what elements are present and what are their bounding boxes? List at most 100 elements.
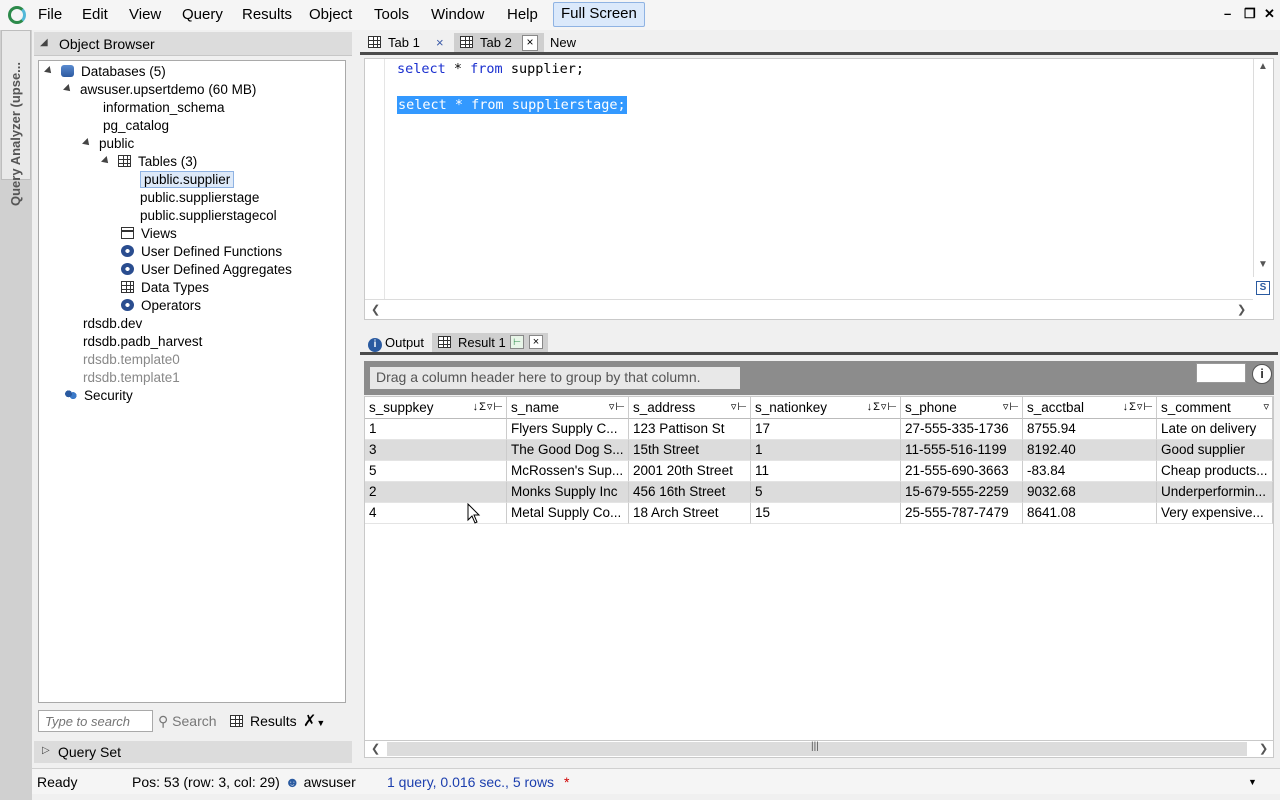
scroll-up-icon[interactable]: ▲ [1258, 61, 1268, 72]
collapsed-icon[interactable] [123, 173, 130, 185]
object-browser-header[interactable]: ◢ Object Browser [34, 32, 352, 56]
tree-node-rdsdb-dev[interactable]: rdsdb.dev [66, 315, 142, 333]
tree-node-rdsdb-template0[interactable]: rdsdb.template0 [83, 351, 180, 369]
expanded-icon[interactable] [63, 84, 73, 94]
table-row[interactable]: 5 McRossen's Sup... 2001 20th Street 11 … [365, 461, 1273, 482]
column-header-s-address[interactable]: s_address ▿⊢ [629, 397, 751, 419]
sql-editor[interactable]: select * from supplier; select * from su… [364, 58, 1274, 320]
column-header-s-nationkey[interactable]: s_nationkey ↓Σ▿⊢ [751, 397, 901, 419]
sort-sum-filter-icons[interactable]: ↓Σ▿⊢ [867, 400, 898, 413]
collapsed-icon[interactable] [66, 317, 73, 329]
expand-arrow-icon[interactable]: ▷ [42, 745, 50, 756]
collapsed-icon[interactable] [104, 245, 111, 257]
collapsed-icon[interactable] [104, 281, 111, 293]
grid-info-icon[interactable]: i [1252, 364, 1272, 384]
tree-node-table-supplierstagecol[interactable]: public.supplierstagecol [123, 207, 277, 225]
menu-file[interactable]: File [38, 6, 62, 23]
tree-node-uda[interactable]: User Defined Aggregates [104, 261, 292, 279]
tree-node-table-supplier[interactable]: public.supplier [123, 171, 235, 189]
scroll-down-icon[interactable]: ▼ [1258, 259, 1268, 270]
close-window-icon[interactable]: ✕ [1264, 6, 1275, 22]
table-row[interactable]: 3 The Good Dog S... 15th Street 1 11-555… [365, 440, 1273, 461]
scroll-left-icon[interactable]: ❮ [371, 303, 380, 316]
close-tab-icon[interactable]: × [436, 35, 444, 50]
fullscreen-button[interactable]: Full Screen [553, 2, 645, 27]
tab-output[interactable]: i Output [362, 333, 432, 354]
column-header-s-acctbal[interactable]: s_acctbal ↓Σ▿⊢ [1023, 397, 1157, 419]
table-row[interactable]: 4 Metal Supply Co... 18 Arch Street 15 2… [365, 503, 1273, 524]
menu-object[interactable]: Object [309, 6, 352, 23]
column-header-s-phone[interactable]: s_phone ▿⊢ [901, 397, 1023, 419]
tree-node-udf[interactable]: User Defined Functions [104, 243, 282, 261]
menu-query[interactable]: Query [182, 6, 223, 23]
sql-format-icon[interactable]: S [1256, 281, 1270, 295]
tree-node-rdsdb-padb-harvest[interactable]: rdsdb.padb_harvest [66, 333, 202, 351]
query-analyzer-side-tab[interactable]: Query Analyzer (upse... [1, 30, 31, 206]
menu-help[interactable]: Help [507, 6, 538, 23]
tab-result-1[interactable]: Result 1 ⊢ × [432, 333, 548, 354]
expanded-icon[interactable] [101, 156, 111, 166]
code-line-3-selected[interactable]: select * from supplierstage; [397, 96, 627, 114]
tree-node-operators[interactable]: Operators [104, 297, 201, 315]
tree-node-information-schema[interactable]: information_schema [86, 99, 225, 117]
tab-new[interactable]: New [544, 33, 594, 54]
pin-icon[interactable]: ⊢ [510, 335, 524, 349]
column-header-s-suppkey[interactable]: s_suppkey ↓Σ▿⊢ [365, 397, 507, 419]
collapsed-icon[interactable] [86, 101, 93, 113]
query-set-panel-header[interactable]: ▷ Query Set [34, 741, 352, 763]
tree-node-databases[interactable]: Databases (5) [44, 63, 166, 81]
tree-node-data-types[interactable]: Data Types [104, 279, 209, 297]
editor-horizontal-scrollbar[interactable]: ❮ ❯ [365, 299, 1253, 319]
collapsed-icon[interactable] [123, 191, 130, 203]
grid-search-box[interactable] [1196, 363, 1246, 383]
filter-pin-icons[interactable]: ▿⊢ [609, 400, 626, 413]
tree-node-rdsdb-template1[interactable]: rdsdb.template1 [83, 369, 180, 387]
search-button[interactable]: ⚲ Search [158, 713, 217, 730]
code-line-1[interactable]: select * from supplier; [397, 61, 584, 77]
column-header-s-name[interactable]: s_name ▿⊢ [507, 397, 629, 419]
filter-pin-icons[interactable]: ▿⊢ [731, 400, 748, 413]
collapsed-icon[interactable] [123, 209, 130, 221]
status-dropdown-icon[interactable]: ▼ [1248, 777, 1257, 787]
tree-node-tables[interactable]: Tables (3) [101, 153, 197, 171]
scroll-right-icon[interactable]: ❯ [1237, 303, 1246, 316]
object-search-input[interactable] [38, 710, 153, 732]
collapsed-icon[interactable] [104, 227, 111, 239]
minimize-icon[interactable]: – [1224, 6, 1231, 21]
menu-tools[interactable]: Tools [374, 6, 409, 23]
filter-pin-icons[interactable]: ▿ [1263, 400, 1270, 413]
table-row[interactable]: 1 Flyers Supply C... 123 Pattison St 17 … [365, 419, 1273, 440]
tab-2[interactable]: Tab 2 × [454, 33, 544, 54]
menu-view[interactable]: View [129, 6, 161, 23]
menu-results[interactable]: Results [242, 6, 292, 23]
sort-sum-filter-icons[interactable]: ↓Σ▿⊢ [1123, 400, 1154, 413]
collapsed-icon[interactable] [104, 263, 111, 275]
expanded-icon[interactable] [82, 138, 92, 148]
scroll-right-icon[interactable]: ❯ [1259, 742, 1268, 755]
table-row[interactable]: 2 Monks Supply Inc 456 16th Street 5 15-… [365, 482, 1273, 503]
menu-edit[interactable]: Edit [82, 6, 108, 23]
tree-node-pg-catalog[interactable]: pg_catalog [86, 117, 169, 135]
collapsed-icon[interactable] [104, 299, 111, 311]
tree-node-table-supplierstage[interactable]: public.supplierstage [123, 189, 259, 207]
tab-1[interactable]: Tab 1 × [362, 33, 454, 54]
editor-vertical-scrollbar[interactable]: ▲ ▼ [1253, 59, 1273, 277]
filter-pin-icons[interactable]: ▿⊢ [1003, 400, 1020, 413]
collapsed-icon[interactable] [66, 335, 73, 347]
grid-horizontal-scrollbar[interactable]: ❮ ||| ❯ [364, 740, 1274, 758]
tree-node-db-active[interactable]: awsuser.upsertdemo (60 MB) [63, 81, 256, 99]
collapsed-icon[interactable] [47, 389, 54, 401]
tree-node-public[interactable]: public [82, 135, 134, 153]
collapsed-icon[interactable] [86, 119, 93, 131]
tools-dropdown-button[interactable]: ✗▼ [303, 711, 325, 731]
sort-sum-filter-icons[interactable]: ↓Σ▿⊢ [473, 400, 504, 413]
expanded-icon[interactable] [44, 66, 54, 76]
close-tab-icon[interactable]: × [529, 335, 543, 349]
tree-node-views[interactable]: Views [104, 225, 177, 243]
menu-window[interactable]: Window [431, 6, 484, 23]
tree-node-security[interactable]: Security [47, 387, 133, 405]
collapse-icon[interactable]: ◢ [40, 37, 48, 48]
column-header-s-comment[interactable]: s_comment ▿ [1157, 397, 1273, 419]
restore-icon[interactable]: ❐ [1244, 6, 1256, 22]
scroll-left-icon[interactable]: ❮ [371, 742, 380, 755]
